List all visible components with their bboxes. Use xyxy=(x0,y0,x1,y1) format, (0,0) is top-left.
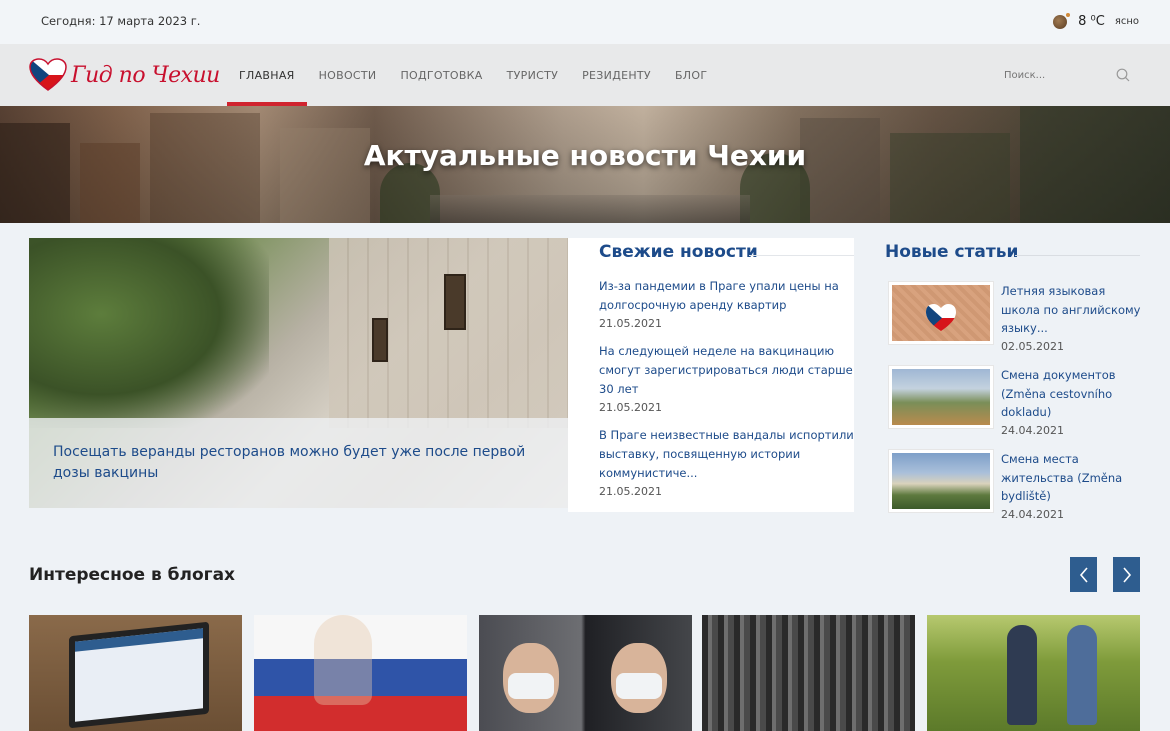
fresh-news-heading: Свежие новости xyxy=(599,242,758,262)
news-link[interactable]: Из-за пандемии в Праге упали цены на дол… xyxy=(599,277,854,315)
fresh-news-panel: Свежие новости Из-за пандемии в Праге уп… xyxy=(568,238,854,512)
article-date: 02.05.2021 xyxy=(1001,339,1064,353)
article-thumbnail[interactable] xyxy=(889,450,993,512)
carousel-next-button[interactable] xyxy=(1113,557,1140,592)
article-thumbnail[interactable] xyxy=(889,282,993,344)
featured-article[interactable]: Посещать веранды ресторанов можно будет … xyxy=(29,238,569,508)
article-link[interactable]: Смена документов (Změna cestovního dokla… xyxy=(1001,366,1146,422)
blog-card[interactable] xyxy=(479,615,692,731)
news-item: На следующей неделе на вакцинацию смогут… xyxy=(599,342,854,416)
carousel-prev-button[interactable] xyxy=(1070,557,1097,592)
hero-title: Актуальные новости Чехии xyxy=(363,139,807,172)
new-articles-panel: Новые статьи Летняя языковая школа по ан… xyxy=(885,238,1140,521)
nav-item-home[interactable]: ГЛАВНАЯ xyxy=(227,44,307,106)
article-text: Смена места жительства (Změna bydliště) … xyxy=(1001,450,1146,523)
site-logo[interactable]: Гид по Чехии xyxy=(29,57,220,93)
search-icon[interactable] xyxy=(1116,68,1130,82)
blog-card[interactable] xyxy=(927,615,1140,731)
search-input[interactable] xyxy=(1004,69,1104,81)
laptop-image xyxy=(69,621,209,729)
heart-flag-icon xyxy=(926,304,956,331)
blogs-heading: Интересное в блогах xyxy=(29,565,236,585)
search-box xyxy=(1004,64,1140,86)
article-date: 24.04.2021 xyxy=(1001,507,1064,521)
moon-icon xyxy=(1052,12,1071,30)
weather-widget: 8 ⁰C ясно xyxy=(1052,12,1139,30)
hero-banner: Актуальные новости Чехии xyxy=(0,106,1170,223)
chevron-left-icon xyxy=(1079,566,1088,583)
top-bar: Сегодня: 17 марта 2023 г. 8 ⁰C ясно xyxy=(0,0,1170,44)
news-link[interactable]: В Праге неизвестные вандалы испортили вы… xyxy=(599,426,854,483)
article-link[interactable]: Смена места жительства (Změna bydliště) xyxy=(1001,450,1146,506)
main-header: Гид по Чехии ГЛАВНАЯ НОВОСТИ ПОДГОТОВКА … xyxy=(0,44,1170,106)
featured-title[interactable]: Посещать веранды ресторанов можно будет … xyxy=(53,442,549,484)
main-nav: ГЛАВНАЯ НОВОСТИ ПОДГОТОВКА ТУРИСТУ РЕЗИД… xyxy=(227,44,719,106)
blog-card[interactable] xyxy=(702,615,915,731)
heart-flag-icon xyxy=(29,58,67,91)
nav-item-news[interactable]: НОВОСТИ xyxy=(307,44,389,106)
article-text: Летняя языковая школа по английскому язы… xyxy=(1001,282,1146,355)
new-articles-heading: Новые статьи xyxy=(885,242,1019,262)
logo-text: Гид по Чехии xyxy=(71,62,220,88)
nav-item-resident[interactable]: РЕЗИДЕНТУ xyxy=(570,44,663,106)
current-date: Сегодня: 17 марта 2023 г. xyxy=(41,14,201,28)
news-date: 21.05.2021 xyxy=(599,317,662,330)
blog-card[interactable] xyxy=(254,615,467,731)
news-date: 21.05.2021 xyxy=(599,485,662,498)
article-date: 24.04.2021 xyxy=(1001,423,1064,437)
article-text: Смена документов (Změna cestovního dokla… xyxy=(1001,366,1146,439)
nav-item-blog[interactable]: БЛОГ xyxy=(663,44,719,106)
weather-temperature: 8 ⁰C xyxy=(1078,13,1105,29)
nav-item-tourist[interactable]: ТУРИСТУ xyxy=(495,44,571,106)
fresh-news-list: Из-за пандемии в Праге упали цены на дол… xyxy=(599,277,854,500)
article-thumbnail[interactable] xyxy=(889,366,993,428)
chevron-right-icon xyxy=(1122,566,1131,583)
weather-condition: ясно xyxy=(1114,15,1139,27)
news-item: Из-за пандемии в Праге упали цены на дол… xyxy=(599,277,854,332)
featured-caption: Посещать веранды ресторанов можно будет … xyxy=(29,418,569,508)
news-date: 21.05.2021 xyxy=(599,401,662,414)
hand-image xyxy=(314,615,372,705)
news-item: В Праге неизвестные вандалы испортили вы… xyxy=(599,426,854,500)
nav-item-preparation[interactable]: ПОДГОТОВКА xyxy=(388,44,494,106)
news-link[interactable]: На следующей неделе на вакцинацию смогут… xyxy=(599,342,854,399)
blog-card[interactable] xyxy=(29,615,242,731)
article-link[interactable]: Летняя языковая школа по английскому язы… xyxy=(1001,282,1146,338)
